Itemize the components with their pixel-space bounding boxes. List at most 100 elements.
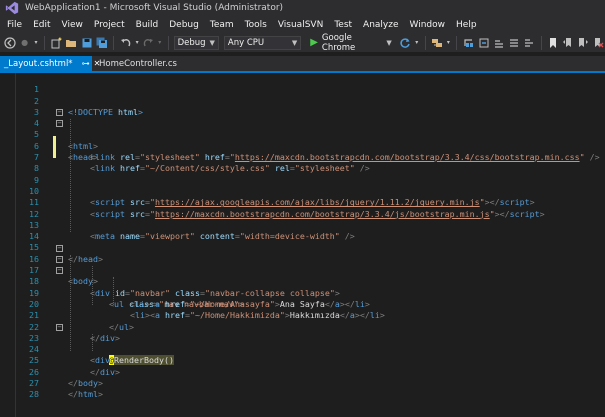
uncomment-icon[interactable] bbox=[523, 36, 536, 50]
code-line: 11 <script src="https://maxcdn.bootstrap… bbox=[0, 186, 605, 218]
comment-out-icon[interactable] bbox=[507, 36, 520, 50]
play-icon: ▶ bbox=[310, 37, 318, 48]
tab-layout-cshtml[interactable]: _Layout.cshtml* ⊶ ✕ bbox=[0, 56, 100, 71]
step-into-icon[interactable] bbox=[477, 36, 490, 50]
bookmark-icon[interactable] bbox=[547, 36, 560, 50]
collapse-toggle-icon[interactable]: − bbox=[56, 255, 63, 263]
start-debugging-button[interactable]: ▶ Google Chrome ▼ bbox=[307, 33, 395, 53]
toolbar-separator bbox=[167, 35, 169, 50]
visual-studio-logo-icon bbox=[5, 1, 19, 15]
code-line: 14 bbox=[0, 220, 605, 241]
tab-label: _Layout.cshtml* bbox=[4, 58, 73, 69]
menu-team[interactable]: Team bbox=[206, 20, 241, 30]
menu-window[interactable]: Window bbox=[406, 20, 453, 30]
solution-configuration-select[interactable]: Debug ▼ bbox=[173, 35, 219, 50]
window-title: WebApplication1 - Microsoft Visual Studi… bbox=[25, 3, 284, 13]
menu-bar: File Edit View Project Build Debug Team … bbox=[0, 16, 605, 33]
code-line: 19 <li><a href="~/Home/Anasayfa">Ana Say… bbox=[0, 276, 605, 309]
toolbar-separator bbox=[113, 35, 115, 50]
collapse-toggle-icon[interactable]: − bbox=[56, 323, 63, 331]
code-line: 2 <!DOCTYPE html> bbox=[0, 84, 605, 117]
code-line: 24 @RenderBody() bbox=[0, 333, 605, 366]
chevron-down-icon: ▼ bbox=[386, 38, 392, 47]
code-line: 5 − <head> bbox=[0, 118, 605, 162]
menu-debug[interactable]: Debug bbox=[165, 20, 206, 30]
browser-link-icon[interactable] bbox=[430, 36, 443, 50]
token: > bbox=[97, 389, 103, 400]
dropdown-arrow-icon[interactable]: ▾ bbox=[33, 36, 39, 50]
navigate-back-icon[interactable] bbox=[3, 36, 16, 50]
menu-build[interactable]: Build bbox=[132, 20, 166, 30]
pin-icon[interactable]: ⊶ bbox=[82, 59, 90, 68]
run-target-label: Google Chrome bbox=[321, 32, 356, 53]
chevron-down-icon: ▼ bbox=[209, 38, 215, 47]
token: </ bbox=[68, 389, 78, 400]
browser-link-dropdown-icon[interactable]: ▾ bbox=[446, 36, 452, 50]
document-tab-strip: _Layout.cshtml* ⊶ ✕ HomeController.cs bbox=[0, 56, 605, 71]
code-line: 21 </ul> bbox=[0, 299, 605, 331]
toolbar-separator bbox=[540, 35, 542, 50]
refresh-icon[interactable] bbox=[399, 36, 412, 50]
code-line: 4 − <html> bbox=[0, 107, 605, 150]
menu-visualsvn[interactable]: VisualSVN bbox=[274, 20, 330, 30]
refresh-dropdown-icon[interactable]: ▾ bbox=[414, 36, 420, 50]
open-file-icon[interactable] bbox=[65, 36, 78, 50]
toolbar-separator bbox=[456, 35, 458, 50]
chevron-down-icon: ▼ bbox=[291, 38, 298, 47]
code-line: 3 bbox=[0, 96, 605, 117]
code-line: 25 </div> bbox=[0, 344, 605, 376]
standard-toolbar: ● ▾ ▾ ▾ Debug ▼ Any CPU ▼ ▶ Google Chrom… bbox=[0, 33, 605, 53]
code-line: 1 bbox=[0, 73, 605, 94]
collapse-toggle-icon[interactable]: − bbox=[56, 244, 63, 252]
code-line: 17 − <div id="navbar" class="navbar-coll… bbox=[0, 254, 605, 297]
code-line: 8 bbox=[0, 152, 605, 173]
step-over-icon[interactable] bbox=[462, 36, 475, 50]
menu-file[interactable]: File bbox=[3, 20, 29, 30]
undo-icon[interactable] bbox=[119, 36, 132, 50]
menu-project[interactable]: Project bbox=[90, 20, 132, 30]
solution-platform-select[interactable]: Any CPU ▼ bbox=[223, 35, 302, 50]
step-out-icon[interactable] bbox=[492, 36, 505, 50]
code-line: 15 </head> bbox=[0, 231, 605, 263]
title-bar: WebApplication1 - Microsoft Visual Studi… bbox=[0, 0, 605, 16]
code-editor[interactable]: 1 2 <!DOCTYPE html> 3 4 − <html> 5 − <he… bbox=[0, 73, 605, 417]
code-line: 9 bbox=[0, 163, 605, 185]
navigate-forward-icon[interactable]: ● bbox=[18, 36, 31, 50]
next-bookmark-icon[interactable] bbox=[577, 36, 590, 50]
code-line: 20 <li><a href="~/Home/Hakkimizda">Hakkı… bbox=[0, 288, 605, 320]
previous-bookmark-icon[interactable] bbox=[562, 36, 575, 50]
code-line: 12 bbox=[0, 197, 605, 219]
tab-homecontroller-cs[interactable]: HomeController.cs bbox=[93, 56, 179, 71]
collapse-toggle-icon[interactable]: − bbox=[56, 267, 63, 275]
menu-test[interactable]: Test bbox=[330, 20, 359, 30]
menu-tools[interactable]: Tools bbox=[241, 20, 274, 30]
menu-edit[interactable]: Edit bbox=[29, 20, 57, 30]
code-line: 28 bbox=[0, 378, 605, 399]
code-line: 13 <meta name="viewport" content="width=… bbox=[0, 209, 605, 241]
menu-analyze[interactable]: Analyze bbox=[359, 20, 405, 30]
redo-dropdown-icon[interactable]: ▾ bbox=[157, 36, 163, 50]
code-content: </html> bbox=[68, 389, 103, 400]
save-icon[interactable] bbox=[80, 36, 93, 50]
code-line: 26 </body> bbox=[0, 356, 605, 388]
collapse-toggle-icon[interactable]: − bbox=[56, 120, 63, 128]
solution-platform-value: Any CPU bbox=[227, 37, 265, 48]
solution-configuration-value: Debug bbox=[177, 37, 206, 48]
code-line: 23 − <div> bbox=[0, 322, 605, 365]
code-line: 22 </div> bbox=[0, 310, 605, 343]
token: html bbox=[78, 389, 98, 400]
code-line: 18 − <ul class="nav navbar-nav"> bbox=[0, 265, 605, 309]
menu-view[interactable]: View bbox=[58, 20, 90, 30]
redo-icon[interactable] bbox=[142, 36, 155, 50]
tab-label: HomeController.cs bbox=[99, 58, 177, 69]
save-all-icon[interactable] bbox=[95, 36, 108, 50]
collapse-toggle-icon[interactable]: − bbox=[56, 108, 63, 116]
toolbar-separator bbox=[43, 35, 45, 50]
clear-bookmarks-icon[interactable] bbox=[592, 36, 605, 50]
menu-help[interactable]: Help bbox=[452, 20, 484, 30]
code-line: 27 </html> bbox=[0, 367, 605, 399]
undo-dropdown-icon[interactable]: ▾ bbox=[134, 36, 140, 50]
new-project-icon[interactable] bbox=[50, 36, 63, 50]
line-number: 28 bbox=[29, 389, 39, 400]
code-line: 10 <script src="https://ajax.googleapis.… bbox=[0, 175, 605, 207]
